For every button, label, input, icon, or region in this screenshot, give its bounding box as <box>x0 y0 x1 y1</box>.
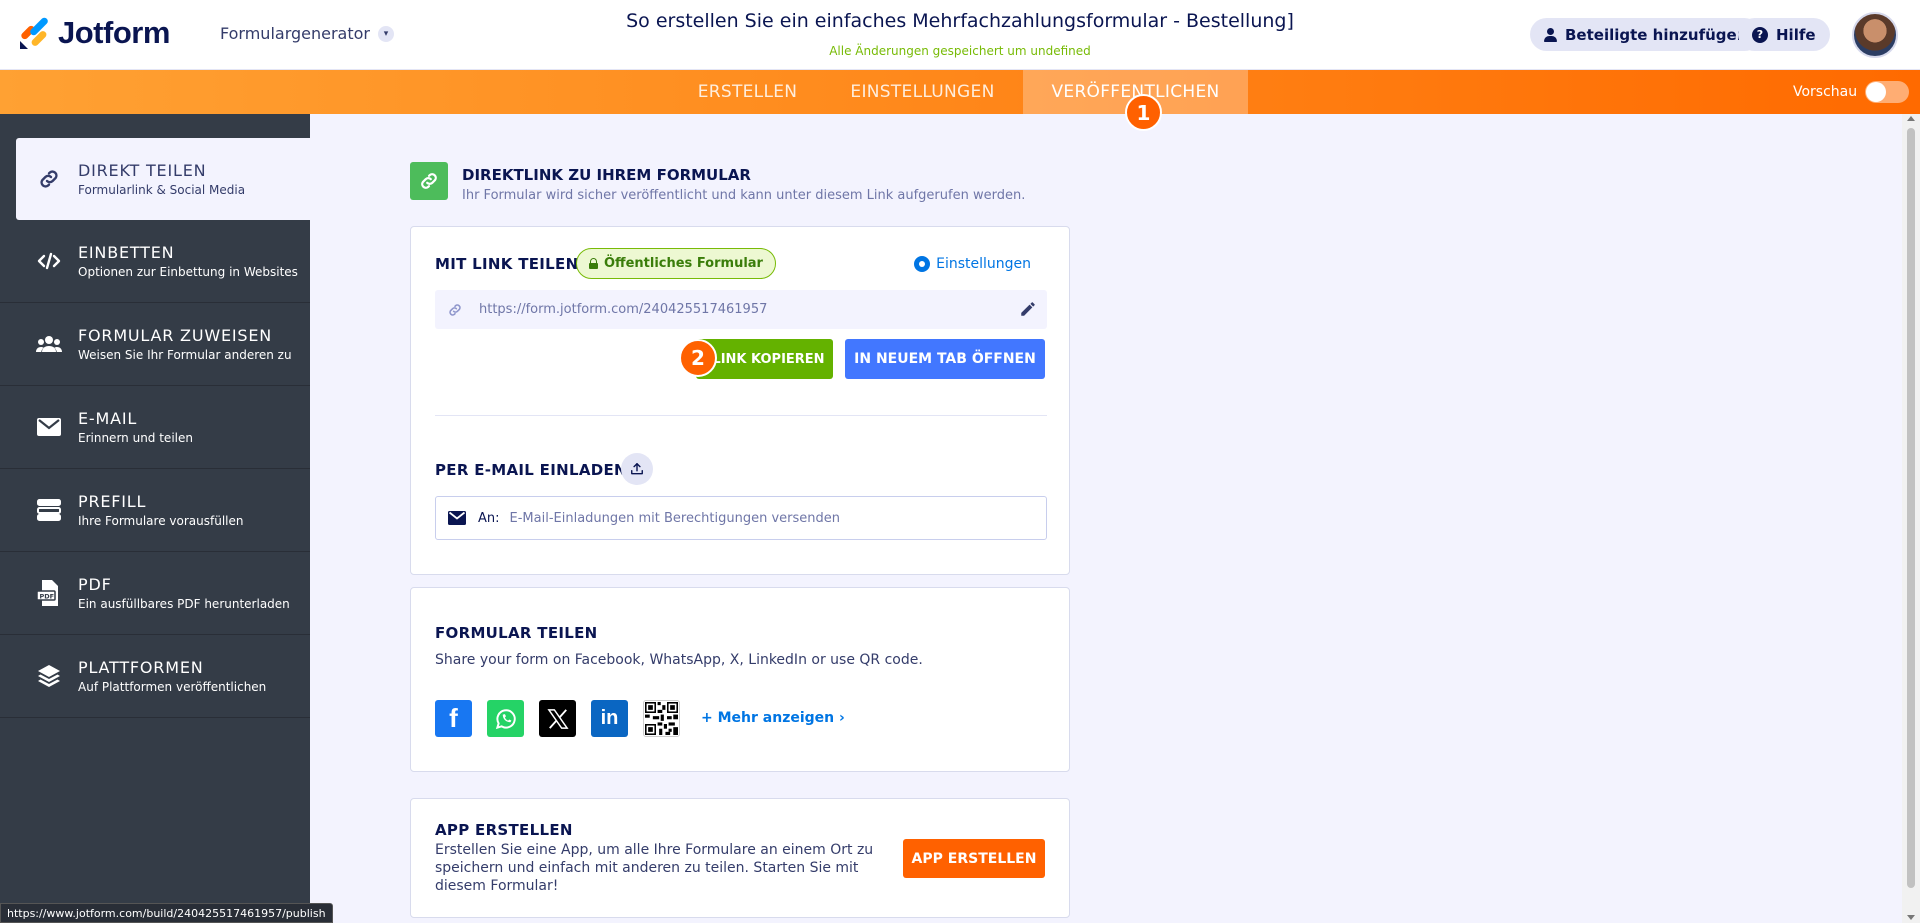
form-generator-dropdown[interactable]: Formulargenerator ▾ <box>220 24 394 43</box>
sidebar-item-formular-zuweisen[interactable]: FORMULAR ZUWEISEN Weisen Sie Ihr Formula… <box>0 303 310 386</box>
sidebar-item-plattformen[interactable]: PLATTFORMEN Auf Plattformen veröffentlic… <box>0 635 310 718</box>
linkedin-icon[interactable]: in <box>591 700 628 737</box>
share-link-card: MIT LINK TEILEN Öffentliches Formular Ei… <box>410 226 1070 575</box>
sidebar-item-title: FORMULAR ZUWEISEN <box>78 326 273 345</box>
sidebar-item-title: DIREKT TEILEN <box>78 161 207 180</box>
jotform-logo-icon <box>18 15 52 51</box>
builder-nav: ERSTELLEN EINSTELLUNGEN VERÖFFENTLICHEN … <box>0 70 1920 114</box>
sidebar-item-email[interactable]: E-MAIL Erinnern und teilen <box>0 386 310 469</box>
sidebar-item-einbetten[interactable]: EINBETTEN Optionen zur Einbettung in Web… <box>0 220 310 303</box>
preview-toggle[interactable] <box>1865 81 1910 103</box>
help-button[interactable]: ? Hilfe <box>1738 18 1830 51</box>
create-app-button[interactable]: APP ERSTELLEN <box>903 839 1045 878</box>
sidebar-item-sub: Formularlink & Social Media <box>78 183 246 197</box>
sidebar-item-sub: Erinnern und teilen <box>78 431 193 445</box>
sidebar-item-direkt-teilen[interactable]: DIREKT TEILEN Formularlink & Social Medi… <box>16 138 310 220</box>
pencil-icon[interactable] <box>1019 300 1037 318</box>
avatar[interactable] <box>1852 12 1898 58</box>
share-form-card: FORMULAR TEILEN Share your form on Faceb… <box>410 587 1070 772</box>
add-participants-label: Beteiligte hinzufügen <box>1565 25 1748 44</box>
layers-icon <box>36 663 62 689</box>
scroll-down-arrow-icon[interactable] <box>1907 915 1915 920</box>
sidebar-item-title: EINBETTEN <box>78 243 175 262</box>
upload-icon[interactable] <box>621 453 653 485</box>
title-area: So erstellen Sie ein einfaches Mehrfachz… <box>560 10 1360 58</box>
settings-link[interactable]: Einstellungen <box>914 256 1031 272</box>
envelope-icon <box>448 511 466 525</box>
facebook-icon[interactable]: f <box>435 700 472 737</box>
open-new-tab-button[interactable]: IN NEUEM TAB ÖFFNEN <box>845 339 1045 379</box>
qr-code-icon[interactable] <box>643 700 680 737</box>
chevron-down-icon: ▾ <box>378 25 394 42</box>
scroll-up-arrow-icon[interactable] <box>1907 116 1915 121</box>
sidebar-item-title: E-MAIL <box>78 409 138 428</box>
create-app-description: Erstellen Sie eine App, um alle Ihre For… <box>435 842 874 894</box>
preview-toggle-group: Vorschau <box>1793 70 1910 114</box>
settings-label: Einstellungen <box>936 256 1031 272</box>
create-app-card: APP ERSTELLEN Erstellen Sie eine App, um… <box>410 798 1070 918</box>
link-icon <box>410 162 448 200</box>
sidebar-item-prefill[interactable]: PREFILL Ihre Formulare vorausfüllen <box>0 469 310 552</box>
person-icon <box>1544 27 1557 42</box>
help-label: Hilfe <box>1776 25 1816 44</box>
step-badge-2: 2 <box>679 339 717 377</box>
email-placeholder: E-Mail-Einladungen mit Berechtigungen ve… <box>509 510 840 526</box>
link-icon <box>36 166 62 192</box>
sidebar-item-pdf[interactable]: PDF PDF Ein ausfüllbares PDF herunterlad… <box>0 552 310 635</box>
share-form-subtitle: Share your form on Facebook, WhatsApp, X… <box>435 652 923 668</box>
direct-link-title: DIREKTLINK ZU IHREM FORMULAR <box>462 166 751 184</box>
sidebar-item-sub: Weisen Sie Ihr Formular anderen zu <box>78 348 292 362</box>
gear-icon <box>914 256 931 272</box>
users-icon <box>36 331 62 357</box>
sidebar-item-sub: Ein ausfüllbares PDF herunterladen <box>78 597 290 611</box>
email-to-label: An: <box>478 510 500 526</box>
publish-sidebar: DIREKT TEILEN Formularlink & Social Medi… <box>0 114 310 923</box>
scrollbar[interactable] <box>1902 114 1920 923</box>
tab-erstellen[interactable]: ERSTELLEN <box>680 70 815 114</box>
code-icon <box>36 248 62 274</box>
add-participants-button[interactable]: Beteiligte hinzufügen <box>1530 18 1762 51</box>
public-form-label: Öffentliches Formular <box>604 256 763 271</box>
share-link-label: MIT LINK TEILEN <box>435 255 579 273</box>
share-form-title: FORMULAR TEILEN <box>435 624 598 642</box>
divider <box>435 415 1047 416</box>
x-icon[interactable] <box>539 700 576 737</box>
sidebar-item-title: PDF <box>78 575 112 594</box>
step-badge-1: 1 <box>1125 94 1162 131</box>
jotform-logo[interactable]: Jotform <box>18 15 170 51</box>
form-url-field[interactable]: https://form.jotform.com/240425517461957 <box>435 290 1047 329</box>
direct-link-subtitle: Ihr Formular wird sicher veröffentlicht … <box>462 188 1026 203</box>
lock-icon <box>589 258 598 269</box>
show-more-label: Mehr anzeigen <box>717 710 835 726</box>
public-form-badge[interactable]: Öffentliches Formular <box>576 248 776 279</box>
direct-link-header: DIREKTLINK ZU IHREM FORMULAR Ihr Formula… <box>410 162 1025 203</box>
help-icon: ? <box>1752 26 1768 43</box>
form-generator-label: Formulargenerator <box>220 24 370 43</box>
sidebar-item-sub: Optionen zur Einbettung in Websites <box>78 265 298 279</box>
logo-text: Jotform <box>58 15 170 50</box>
tab-einstellungen[interactable]: EINSTELLUNGEN <box>835 70 1010 114</box>
show-more-link[interactable]: + Mehr anzeigen › <box>701 710 845 726</box>
scroll-thumb[interactable] <box>1907 128 1915 888</box>
create-app-title: APP ERSTELLEN <box>435 821 573 839</box>
sidebar-item-title: PLATTFORMEN <box>78 658 204 677</box>
svg-text:PDF: PDF <box>40 593 55 601</box>
whatsapp-icon[interactable] <box>487 700 524 737</box>
envelope-icon <box>36 414 62 440</box>
saved-status: Alle Änderungen gespeichert um undefined <box>829 44 1091 58</box>
prefill-icon <box>36 497 62 523</box>
email-invite-label: PER E-MAIL EINLADEN <box>435 461 627 479</box>
top-header: Jotform Formulargenerator ▾ So erstellen… <box>0 0 1920 70</box>
email-invite-field[interactable]: An: E-Mail-Einladungen mit Berechtigunge… <box>435 496 1047 540</box>
publish-content: DIREKTLINK ZU IHREM FORMULAR Ihr Formula… <box>310 114 1900 923</box>
preview-label: Vorschau <box>1793 84 1858 100</box>
sidebar-item-sub: Auf Plattformen veröffentlichen <box>78 680 267 694</box>
sidebar-item-title: PREFILL <box>78 492 147 511</box>
link-status-bar: https://www.jotform.com/build/2404255174… <box>0 903 333 923</box>
form-title[interactable]: So erstellen Sie ein einfaches Mehrfachz… <box>560 10 1360 32</box>
form-url-text: https://form.jotform.com/240425517461957 <box>479 302 768 317</box>
link-icon <box>449 303 461 316</box>
pdf-icon: PDF <box>36 580 62 606</box>
sidebar-item-sub: Ihre Formulare vorausfüllen <box>78 514 244 528</box>
